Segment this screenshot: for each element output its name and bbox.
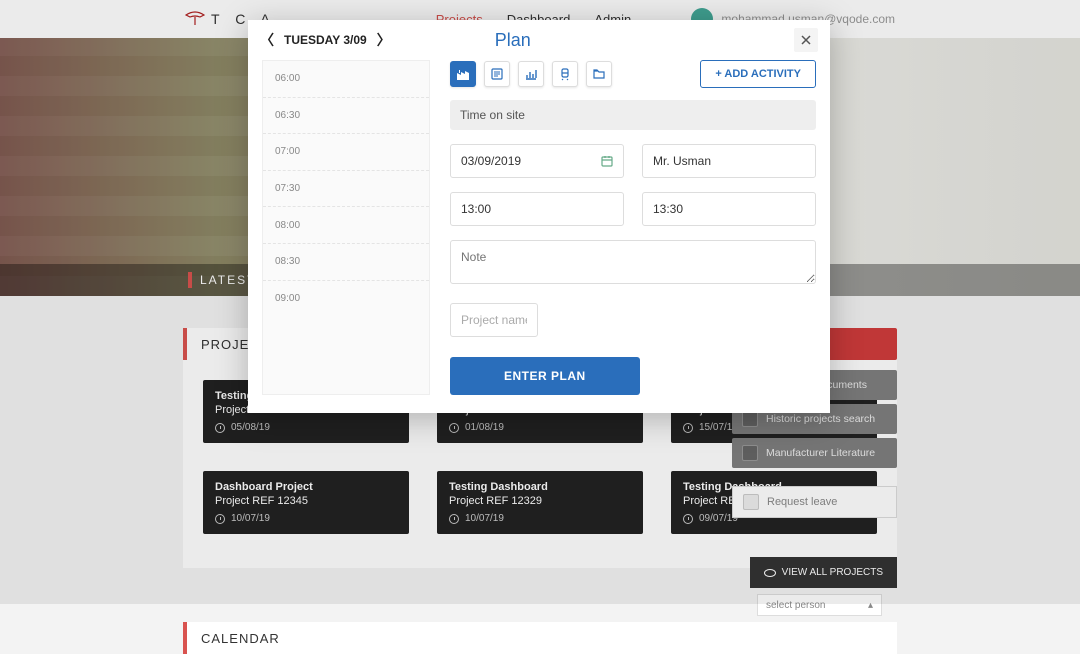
time-end-field[interactable] — [642, 192, 816, 226]
activity-type-row: + ADD ACTIVITY — [450, 60, 816, 88]
timeline-slot[interactable]: 06:30 — [263, 98, 429, 135]
chevron-right-icon[interactable]: 〉 — [377, 30, 391, 50]
type-transit-button[interactable] — [552, 61, 578, 87]
time-on-site-label: Time on site — [450, 100, 816, 130]
project-name-field[interactable] — [450, 303, 538, 337]
plan-modal: 〈 TUESDAY 3/09 〉 Plan 06:0006:3007:0007:… — [248, 20, 830, 413]
timeline[interactable]: 06:0006:3007:0007:3008:0008:3009:00 — [262, 60, 430, 395]
timeline-slot[interactable]: 08:00 — [263, 207, 429, 244]
timeline-slot[interactable]: 07:30 — [263, 171, 429, 208]
person-field[interactable] — [642, 144, 816, 178]
timeline-slot[interactable]: 07:00 — [263, 134, 429, 171]
enter-plan-button[interactable]: ENTER PLAN — [450, 357, 640, 395]
timeline-slot[interactable]: 08:30 — [263, 244, 429, 281]
modal-title: Plan — [495, 30, 531, 51]
type-factory-button[interactable] — [450, 61, 476, 87]
timeline-slot[interactable]: 09:00 — [263, 281, 429, 318]
timeline-slot[interactable]: 06:00 — [263, 61, 429, 98]
modal-header: 〈 TUESDAY 3/09 〉 Plan — [248, 20, 830, 60]
modal-date-label: TUESDAY 3/09 — [284, 33, 367, 47]
add-activity-button[interactable]: + ADD ACTIVITY — [700, 60, 816, 88]
plan-form: + ADD ACTIVITY Time on site — [450, 60, 816, 395]
calendar-heading: CALENDAR — [183, 622, 897, 654]
close-icon[interactable] — [794, 28, 818, 52]
note-field[interactable] — [450, 240, 816, 284]
type-news-button[interactable] — [484, 61, 510, 87]
date-picker: 〈 TUESDAY 3/09 〉 — [260, 30, 391, 50]
date-field[interactable] — [450, 144, 624, 178]
time-start-field[interactable] — [450, 192, 624, 226]
chevron-left-icon[interactable]: 〈 — [260, 30, 274, 50]
type-folder-button[interactable] — [586, 61, 612, 87]
type-chart-button[interactable] — [518, 61, 544, 87]
